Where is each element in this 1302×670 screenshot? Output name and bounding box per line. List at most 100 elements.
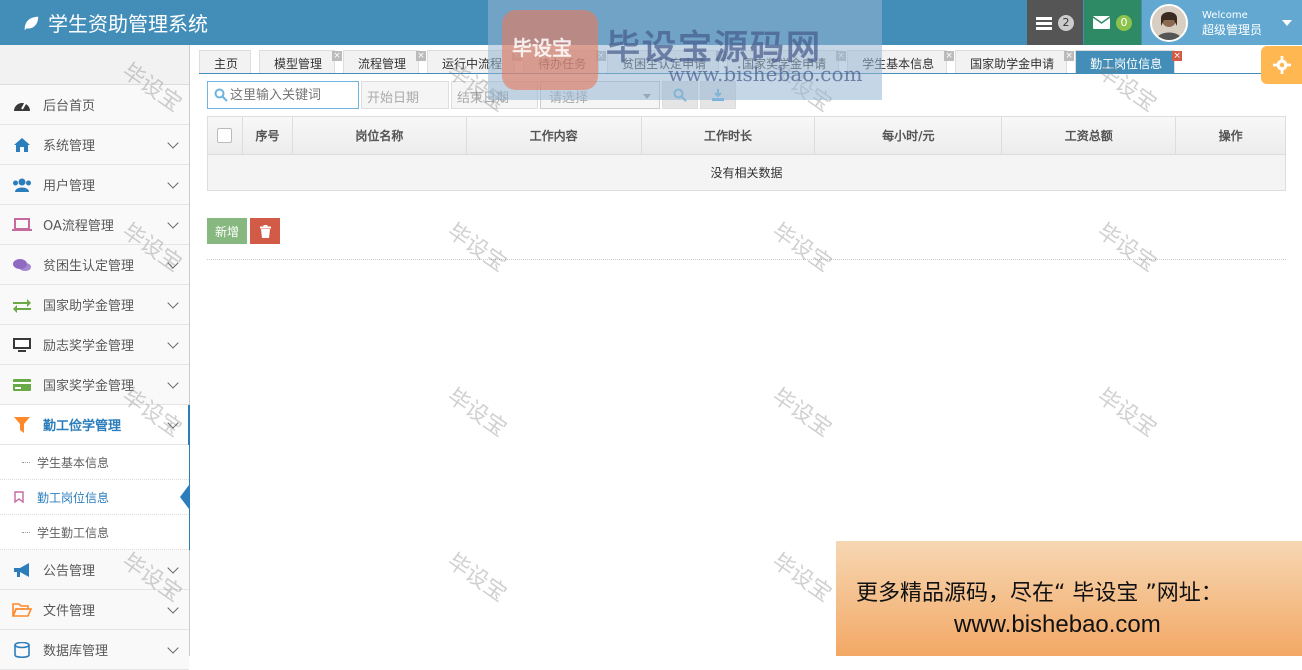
column-header[interactable]: 操作 <box>1176 117 1285 154</box>
sidebar-item-label: 国家奖学金管理 <box>43 379 135 394</box>
watermark-text: 毕设宝 <box>767 548 836 608</box>
caret-down-icon <box>1282 19 1293 26</box>
sidebar-item-label: 数据库管理 <box>43 644 109 659</box>
sidebar-item-laptop[interactable]: OA流程管理 <box>0 205 189 245</box>
tab-item[interactable]: 勤工岗位信息 × <box>1075 50 1183 73</box>
tasks-badge: 2 <box>1058 14 1074 31</box>
sidebar-subitem[interactable]: 学生基本信息 <box>0 445 189 480</box>
column-header[interactable]: 每小时/元 <box>815 117 1003 154</box>
sidebar: 后台首页系统管理用户管理 OA流程管理贫困生认定管理 国家助学金管理 励志奖学金管理国… <box>0 45 190 670</box>
tab-label: 主页 <box>214 57 239 71</box>
sidebar-item-home[interactable]: 系统管理 <box>0 125 189 165</box>
tab-item[interactable]: 模型管理 × <box>259 50 343 73</box>
close-icon[interactable]: × <box>416 51 427 61</box>
chevron-down-icon <box>167 217 179 229</box>
sidebar-item-label: 后台首页 <box>43 99 96 114</box>
laptop-icon <box>12 216 32 234</box>
trash-icon <box>259 224 271 238</box>
watermark-logo-banner: 毕设宝 毕设宝源码网 www.bishebao.com <box>488 0 882 100</box>
watermark-logo-seal-text: 毕设宝 <box>512 36 572 60</box>
tab-label: 勤工岗位信息 <box>1090 57 1163 71</box>
tab-label: 模型管理 <box>274 57 323 71</box>
sidebar-item-folder-open[interactable]: 文件管理 <box>0 590 189 630</box>
exchange-icon <box>12 296 32 314</box>
messages-button[interactable]: 0 <box>1084 0 1141 45</box>
watermark-logo-seal: 毕设宝 <box>502 10 598 90</box>
search-icon <box>214 88 228 102</box>
leaf-icon <box>24 16 39 30</box>
watermark-text: 毕设宝 <box>767 218 836 278</box>
delete-button[interactable] <box>250 218 280 244</box>
sidebar-item-label: OA流程管理 <box>43 219 114 234</box>
chevron-down-icon <box>167 177 179 189</box>
welcome-text: Welcome <box>1202 9 1248 21</box>
watermark-text: 毕设宝 <box>442 548 511 608</box>
close-icon[interactable]: × <box>944 51 955 61</box>
sidebar-subitem-label: 学生基本信息 <box>37 455 110 470</box>
brand[interactable]: 学生资助管理系统 <box>22 8 208 37</box>
settings-button[interactable] <box>1261 46 1302 84</box>
tab-item[interactable]: 主页 <box>199 50 252 73</box>
sidebar-item-comments[interactable]: 贫困生认定管理 <box>0 245 189 285</box>
column-header[interactable]: 岗位名称 <box>293 117 467 154</box>
chevron-down-icon <box>167 602 179 614</box>
watermark-text: 毕设宝 <box>442 218 511 278</box>
chevron-down-icon <box>167 337 179 349</box>
search-input[interactable] <box>230 86 354 104</box>
tasks-icon <box>1036 16 1052 30</box>
avatar <box>1150 3 1188 42</box>
grid-header: 序号 岗位名称 工作内容 工作时长 每小时/元 工资总额 操作 <box>208 117 1285 155</box>
close-icon[interactable]: × <box>332 51 343 61</box>
sidebar-subitem[interactable]: 勤工岗位信息 <box>0 480 189 515</box>
add-button[interactable]: 新增 <box>207 218 247 244</box>
divider <box>207 259 1286 260</box>
tab-item[interactable]: 流程管理 × <box>343 50 427 73</box>
promo-banner: 更多精品源码，尽在“ 毕设宝 ”网址： www.bishebao.com <box>836 541 1302 656</box>
sidebar-item-exchange[interactable]: 国家助学金管理 <box>0 285 189 325</box>
watermark-logo-url: www.bishebao.com <box>668 62 863 86</box>
sidebar-item-desktop[interactable]: 励志奖学金管理 <box>0 325 189 365</box>
grid-empty-message: 没有相关数据 <box>208 155 1285 190</box>
sidebar-item-label: 公告管理 <box>43 564 96 579</box>
sidebar-item-users[interactable]: 用户管理 <box>0 165 189 205</box>
sidebar-subitem[interactable]: 学生勤工信息 <box>0 515 189 550</box>
desktop-icon <box>12 336 32 354</box>
sidebar-item-label: 勤工俭学管理 <box>43 419 122 434</box>
close-icon[interactable]: × <box>1172 51 1183 61</box>
home-icon <box>12 136 32 154</box>
sidebar-item-label: 国家助学金管理 <box>43 299 135 314</box>
sidebar-item-filter[interactable]: 勤工俭学管理 <box>0 405 190 550</box>
select-all-checkbox[interactable] <box>217 128 233 143</box>
watermark-text: 毕设宝 <box>442 383 511 443</box>
chevron-down-icon <box>167 137 179 149</box>
promo-line-2: www.bishebao.com <box>954 611 1161 638</box>
active-pointer <box>180 485 189 509</box>
bookmark-icon <box>14 491 24 504</box>
tab-item[interactable]: 国家助学金申请 × <box>955 50 1075 73</box>
close-icon[interactable]: × <box>1064 51 1075 61</box>
watermark-text: 毕设宝 <box>1092 218 1161 278</box>
column-header[interactable]: 序号 <box>243 117 293 154</box>
sidebar-item-dashboard[interactable]: 后台首页 <box>0 85 189 125</box>
sidebar-item-label: 励志奖学金管理 <box>43 339 135 354</box>
sidebar-item-label: 用户管理 <box>43 179 96 194</box>
credit-card-icon <box>12 376 32 394</box>
sidebar-item-bullhorn[interactable]: 公告管理 <box>0 550 189 590</box>
comments-icon <box>12 256 32 274</box>
users-icon <box>12 176 32 194</box>
sidebar-item-label: 贫困生认定管理 <box>43 259 135 274</box>
tasks-button[interactable]: 2 <box>1027 0 1083 45</box>
sidebar-subitem-label: 勤工岗位信息 <box>37 490 110 505</box>
user-menu[interactable]: Welcome 超级管理员 <box>1142 0 1302 45</box>
column-header[interactable]: 工作内容 <box>467 117 642 154</box>
column-header[interactable]: 工资总额 <box>1002 117 1177 154</box>
sidebar-item-credit-card[interactable]: 国家奖学金管理 <box>0 365 189 405</box>
sidebar-item-database[interactable]: 数据库管理 <box>0 630 189 670</box>
start-date-input[interactable]: 开始日期 <box>361 81 449 109</box>
app-title: 学生资助管理系统 <box>48 12 208 36</box>
sidebar-shortcuts <box>0 45 189 85</box>
chevron-down-icon <box>167 417 179 429</box>
column-header[interactable]: 工作时长 <box>642 117 816 154</box>
grid-actions: 新增 <box>207 218 280 244</box>
gear-icon <box>1272 56 1291 74</box>
